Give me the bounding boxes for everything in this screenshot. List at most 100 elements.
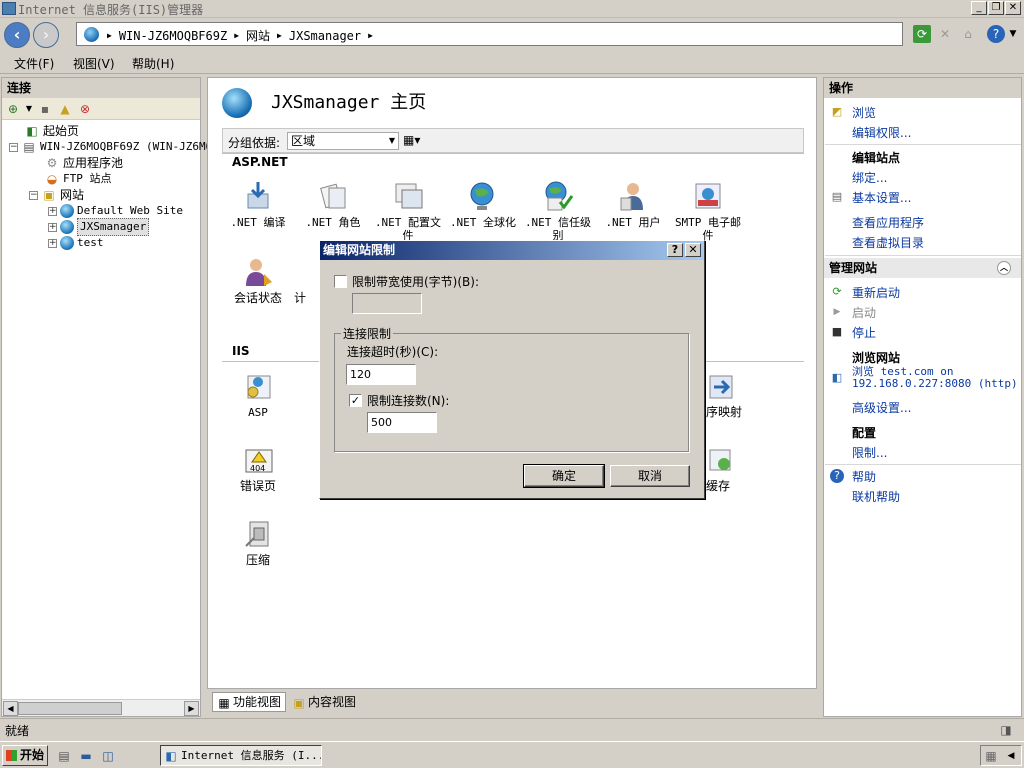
menu-view[interactable]: 视图(V) <box>73 55 115 72</box>
disconnect-icon[interactable]: ⊗ <box>77 101 93 117</box>
up-folder-icon[interactable]: ▲ <box>57 101 73 117</box>
bandwidth-input[interactable] <box>352 293 422 314</box>
expand-icon[interactable]: + <box>48 206 57 216</box>
taskbar-item-iis[interactable]: ◧ Internet 信息服务 (I... <box>160 745 322 766</box>
globe-icon <box>60 204 74 218</box>
dialog-title-bar: 编辑网站限制 ? ✕ <box>320 241 704 260</box>
tree-item-default-site[interactable]: + Default Web Site <box>48 203 183 219</box>
tree-item-server[interactable]: − ▤ WIN-JZ6MOQBF69Z (WIN-JZ6MO <box>9 139 212 155</box>
scroll-thumb[interactable] <box>18 702 122 715</box>
tree-item-ftp[interactable]: ◒ FTP 站点 <box>44 171 112 187</box>
expand-icon[interactable]: + <box>48 222 57 232</box>
ok-button[interactable]: 确定 <box>523 464 605 488</box>
action-help[interactable]: 帮助 <box>852 468 876 485</box>
close-button[interactable]: ✕ <box>1005 1 1021 15</box>
action-start[interactable]: 启动 <box>852 304 876 321</box>
chevron-down-icon[interactable]: ▼ <box>1004 25 1022 43</box>
collapse-icon[interactable]: − <box>9 142 18 152</box>
dialog-close-button[interactable]: ✕ <box>685 243 701 257</box>
tree-item-start-page[interactable]: ◧ 起始页 <box>24 123 79 139</box>
breadcrumb-server[interactable]: WIN-JZ6MOQBF69Z <box>119 29 227 43</box>
start-label: 开始 <box>20 748 45 762</box>
stop-icon[interactable]: ✕ <box>936 25 954 43</box>
action-limits[interactable]: 限制... <box>852 444 887 461</box>
home-icon[interactable]: ⌂ <box>959 25 977 43</box>
action-view-applications[interactable]: 查看应用程序 <box>852 214 924 231</box>
forward-button[interactable]: › <box>33 22 59 48</box>
server-manager-icon[interactable]: ▤ <box>56 748 72 764</box>
show-desktop-icon[interactable]: ▬ <box>78 748 94 764</box>
net-roles-icon <box>317 180 349 212</box>
connections-input[interactable]: 500 <box>367 412 437 433</box>
switch-windows-icon[interactable]: ◫ <box>100 748 116 764</box>
session-state-icon <box>242 256 274 288</box>
action-edit-permissions[interactable]: 编辑权限... <box>852 124 911 141</box>
start-button[interactable]: 开始 <box>2 745 48 766</box>
chevron-right-icon[interactable]: ▶ <box>107 31 112 40</box>
feature-net-profile[interactable]: .NET 配置文件 <box>372 180 444 242</box>
tab-features-view[interactable]: ▦ 功能视图 <box>212 692 287 712</box>
tray-expand-icon[interactable]: ◀ <box>1003 748 1019 764</box>
dialog-help-button[interactable]: ? <box>667 243 683 257</box>
action-online-help[interactable]: 联机帮助 <box>852 488 900 505</box>
timeout-input[interactable]: 120 <box>346 364 416 385</box>
action-browse[interactable]: 浏览 <box>852 104 876 121</box>
action-browse-site[interactable]: 浏览 test.com on 192.168.0.227:8080 (http) <box>852 366 1018 390</box>
sites-folder-icon: ▣ <box>43 188 55 202</box>
feature-label: 计 <box>293 291 306 305</box>
connect-icon[interactable]: ⊕ <box>5 101 21 117</box>
back-button[interactable]: ‹ <box>4 22 30 48</box>
action-bindings[interactable]: 绑定... <box>852 169 887 186</box>
refresh-icon[interactable]: ⟳ <box>913 25 931 43</box>
feature-session-state[interactable]: 会话状态 <box>222 256 294 305</box>
feature-smtp[interactable]: SMTP 电子邮件 <box>672 180 744 242</box>
expand-icon[interactable]: + <box>48 238 57 248</box>
feature-asp[interactable]: ASP <box>222 370 294 419</box>
address-bar[interactable]: ▶ WIN-JZ6MOQBF69Z ▶ 网站 ▶ JXSmanager ▶ <box>76 22 903 46</box>
help-icon[interactable]: ? <box>987 25 1005 43</box>
tree-item-test[interactable]: + test <box>48 235 104 251</box>
smtp-email-icon <box>692 180 724 212</box>
action-stop[interactable]: 停止 <box>852 324 876 341</box>
tree-item-jxsmanager[interactable]: + JXSmanager <box>48 218 150 236</box>
scroll-left-button[interactable]: ◀ <box>3 701 18 716</box>
features-view-icon: ▦ <box>218 696 230 710</box>
minimize-button[interactable]: _ <box>971 1 987 15</box>
feature-net-compile[interactable]: .NET 编译 <box>222 180 294 229</box>
menu-file[interactable]: 文件(F) <box>14 55 54 72</box>
breadcrumb-sites[interactable]: 网站 <box>246 27 270 44</box>
feature-net-trust[interactable]: .NET 信任级别 <box>522 180 594 242</box>
scroll-right-button[interactable]: ▶ <box>184 701 199 716</box>
tab-content-view[interactable]: ▣ 内容视图 <box>287 692 362 712</box>
cancel-button[interactable]: 取消 <box>610 465 690 487</box>
save-icon[interactable]: ▪ <box>37 101 53 117</box>
feature-net-globalization[interactable]: .NET 全球化 <box>447 180 519 229</box>
maximize-button[interactable]: ❐ <box>988 1 1004 15</box>
tree-item-sites[interactable]: − ▣ 网站 <box>29 187 84 203</box>
chevron-right-icon[interactable]: ▶ <box>234 31 239 40</box>
chevron-right-icon[interactable]: ▶ <box>277 31 282 40</box>
feature-error-pages[interactable]: 404 错误页 <box>222 444 294 493</box>
collapse-icon[interactable]: − <box>29 190 38 200</box>
collapse-chevron-icon[interactable]: ︿ <box>997 261 1011 275</box>
limit-bandwidth-checkbox[interactable] <box>334 275 347 288</box>
action-view-virtual-dirs[interactable]: 查看虚拟目录 <box>852 234 924 251</box>
feature-compression[interactable]: 压缩 <box>222 518 294 567</box>
action-restart[interactable]: 重新启动 <box>852 284 900 301</box>
horizontal-scrollbar[interactable]: ◀ ▶ <box>2 699 200 716</box>
chevron-down-icon[interactable]: ▼ <box>386 133 398 149</box>
group-by-select[interactable]: 区域 ▼ <box>287 132 399 150</box>
feature-net-users[interactable]: .NET 用户 <box>597 180 669 229</box>
feature-partial-hidden[interactable]: 计 <box>290 292 310 305</box>
view-mode-icon[interactable]: ▦▾ <box>403 133 420 147</box>
chevron-right-icon[interactable]: ▶ <box>368 31 373 40</box>
limit-connections-checkbox[interactable]: ✓ <box>349 394 362 407</box>
action-advanced-settings[interactable]: 高级设置... <box>852 399 911 416</box>
chevron-down-icon[interactable]: ▼ <box>25 101 33 117</box>
action-basic-settings[interactable]: 基本设置... <box>852 189 911 206</box>
tray-network-icon[interactable]: ▦ <box>983 748 999 764</box>
tree-item-app-pools[interactable]: ⚙ 应用程序池 <box>44 155 123 171</box>
menu-help[interactable]: 帮助(H) <box>132 55 174 72</box>
feature-net-roles[interactable]: .NET 角色 <box>297 180 369 229</box>
breadcrumb-site[interactable]: JXSmanager <box>289 29 361 43</box>
